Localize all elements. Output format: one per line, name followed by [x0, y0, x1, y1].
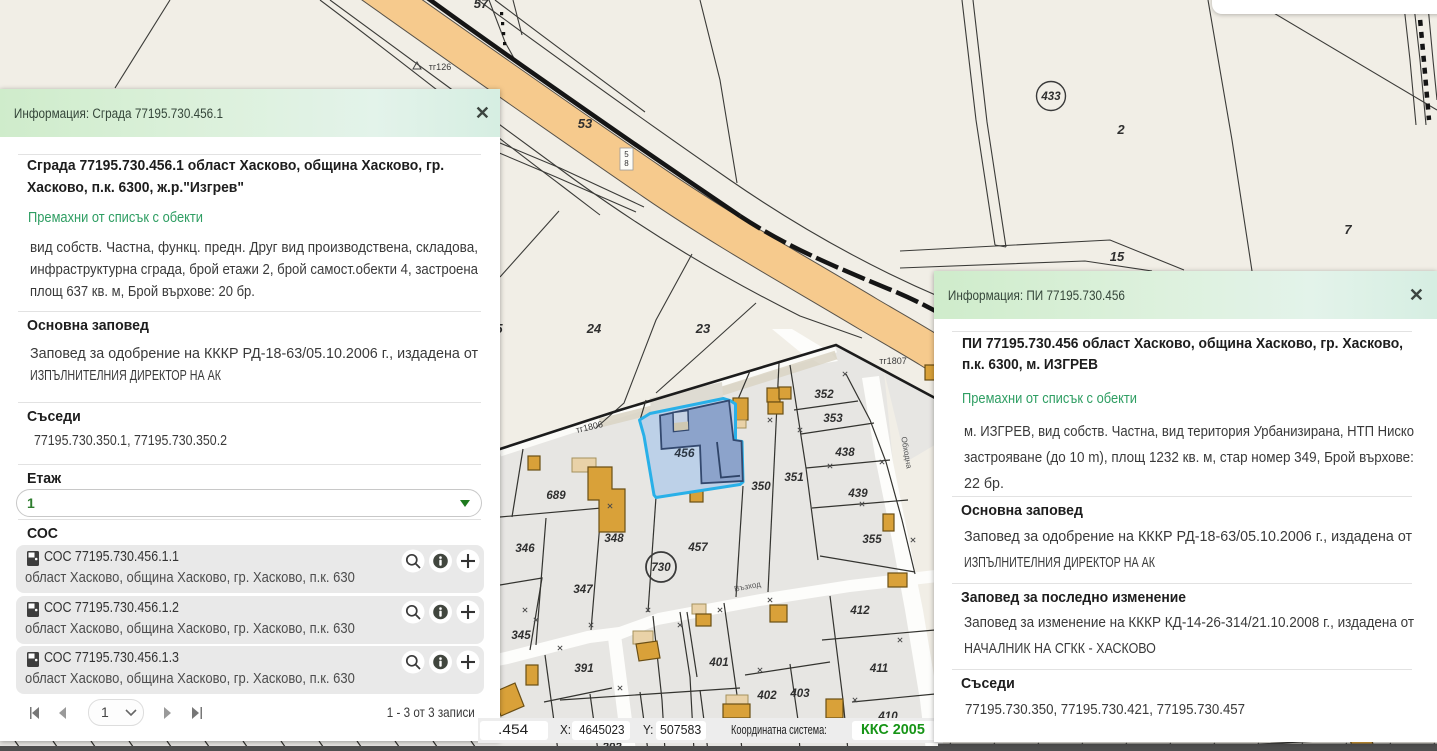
svg-text:353: 353 [823, 413, 843, 425]
svg-text:2: 2 [1116, 122, 1125, 137]
svg-text:456: 456 [673, 446, 694, 460]
svg-text:53: 53 [578, 116, 593, 131]
svg-text:433: 433 [1040, 91, 1061, 103]
svg-text:412: 412 [849, 605, 870, 617]
svg-text:391: 391 [574, 663, 593, 675]
svg-text:730: 730 [651, 562, 671, 574]
svg-text:15: 15 [1110, 249, 1125, 264]
svg-text:347: 347 [573, 584, 593, 596]
svg-text:689: 689 [546, 490, 566, 502]
svg-text:тг1807: тг1807 [879, 356, 906, 366]
svg-text:439: 439 [847, 488, 868, 500]
svg-text:350: 350 [751, 481, 771, 493]
svg-text:57: 57 [474, 0, 489, 11]
svg-text:355: 355 [862, 534, 882, 546]
svg-text:438: 438 [834, 447, 855, 459]
svg-text:23: 23 [695, 321, 711, 336]
svg-text:8: 8 [624, 159, 629, 168]
svg-text:345: 345 [511, 630, 531, 642]
svg-text:7: 7 [1344, 222, 1352, 237]
svg-text:352: 352 [814, 389, 834, 401]
svg-text:тг126: тг126 [429, 62, 451, 72]
svg-text:346: 346 [515, 543, 535, 555]
svg-text:401: 401 [708, 657, 728, 669]
svg-text:348: 348 [604, 533, 624, 545]
svg-text:403: 403 [789, 688, 810, 700]
svg-text:24: 24 [586, 321, 602, 336]
svg-text:5: 5 [624, 150, 629, 159]
svg-text:411: 411 [869, 663, 888, 675]
svg-text:457: 457 [687, 542, 708, 554]
svg-text:402: 402 [756, 690, 777, 702]
svg-text:351: 351 [784, 472, 803, 484]
